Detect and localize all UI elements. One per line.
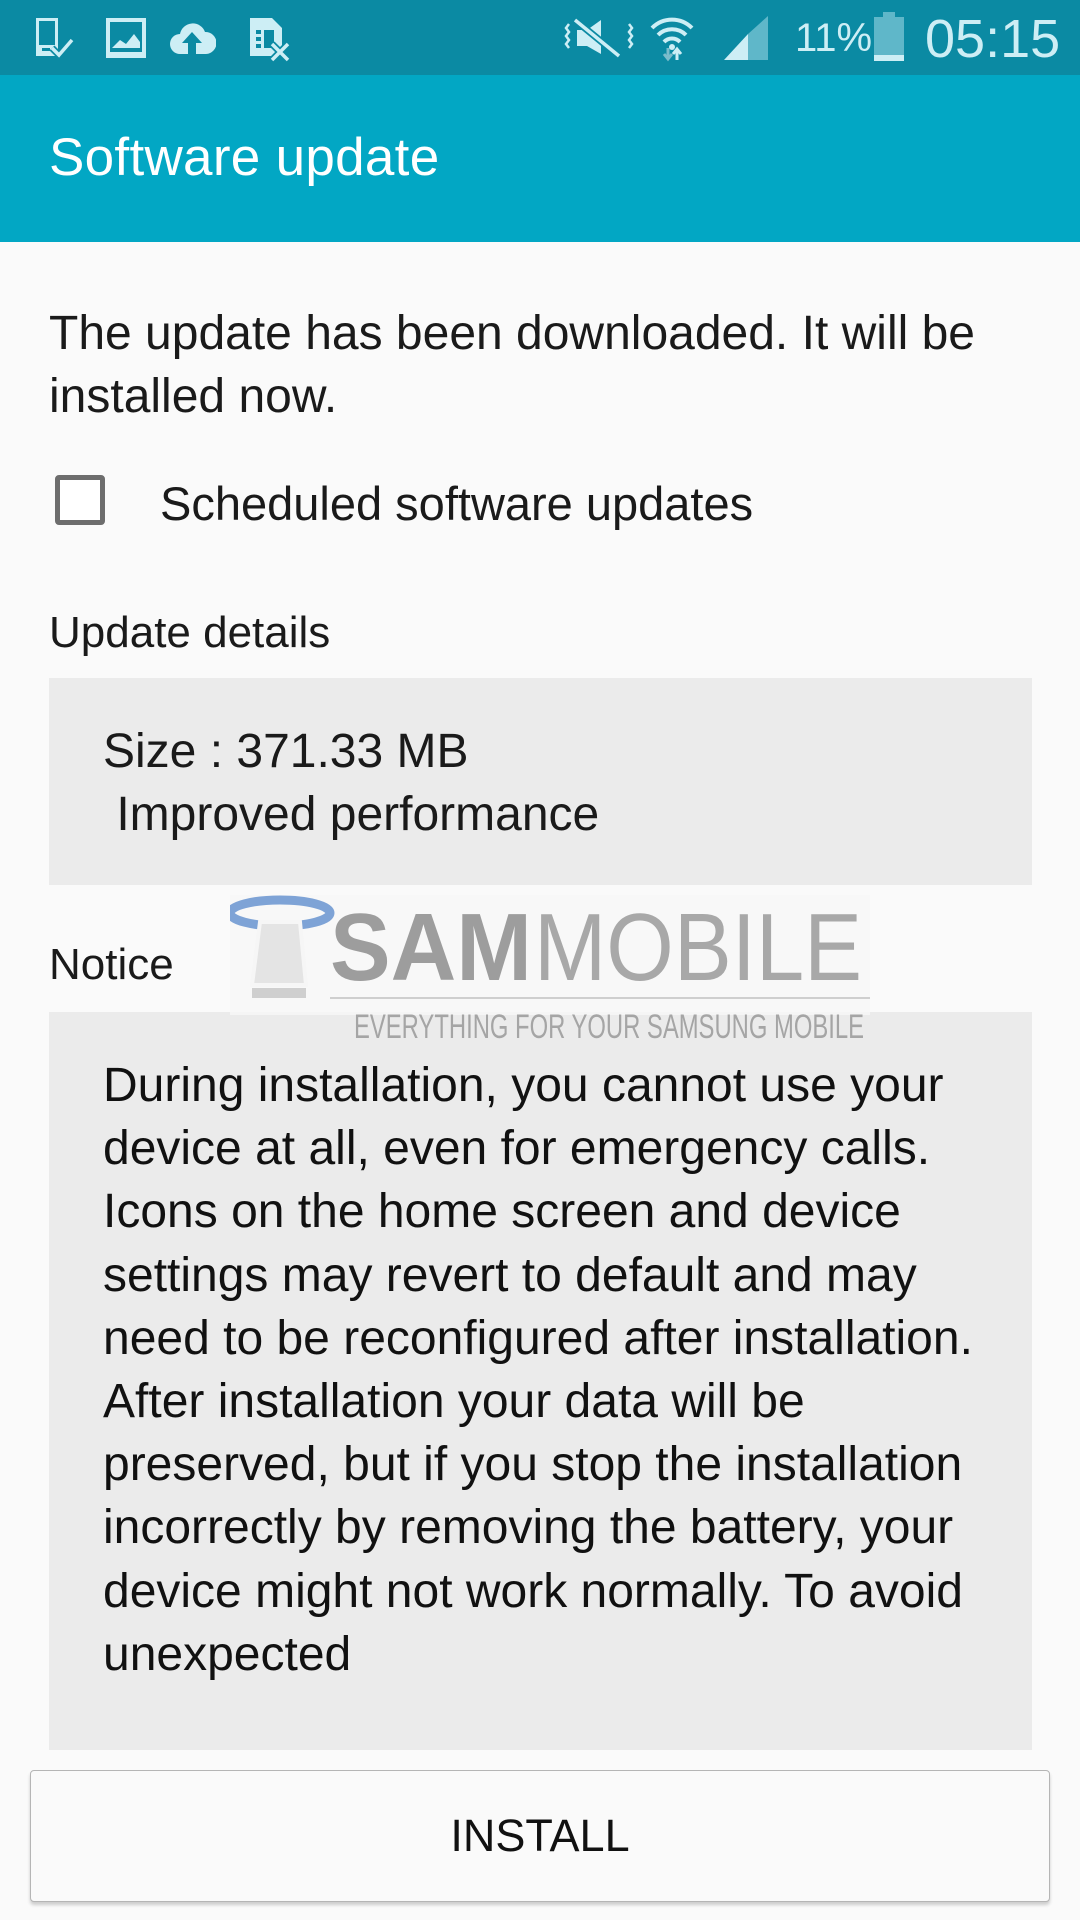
notice-text: During installation, you cannot use your… [103, 1059, 973, 1681]
app-bar: Software update [0, 75, 1080, 242]
status-bar: 11% 05:15 [0, 0, 1080, 75]
notice-heading: Notice [49, 940, 174, 989]
battery-icon [874, 12, 904, 61]
wifi-icon [650, 17, 694, 62]
update-description: Improved performance [103, 788, 600, 841]
watermark-brand-light: MOBILE [534, 894, 862, 1001]
update-status-message: The update has been downloaded. It will … [49, 307, 975, 423]
sim-card-error-icon [250, 18, 291, 62]
update-details-box: Size : 371.33 MB Improved performance [49, 678, 1032, 885]
vibrate-mute-icon [564, 17, 634, 59]
device-check-icon [36, 18, 75, 61]
watermark-brand-bold: SAM [330, 894, 532, 1001]
scheduled-updates-checkbox[interactable] [55, 475, 105, 525]
scheduled-updates-option[interactable]: Scheduled software updates [49, 470, 949, 540]
scheduled-updates-label[interactable]: Scheduled software updates [160, 476, 753, 531]
page-title: Software update [49, 128, 440, 187]
clock: 05:15 [925, 9, 1061, 69]
signal-icon [724, 16, 768, 60]
update-size: Size : 371.33 MB [103, 725, 469, 778]
install-button[interactable]: INSTALL [30, 1770, 1050, 1902]
image-icon [106, 18, 146, 58]
battery-percent: 11% [795, 16, 873, 60]
notice-box[interactable]: During installation, you cannot use your… [49, 1012, 1032, 1750]
update-details-heading: Update details [49, 608, 331, 657]
cloud-upload-icon [170, 23, 216, 54]
